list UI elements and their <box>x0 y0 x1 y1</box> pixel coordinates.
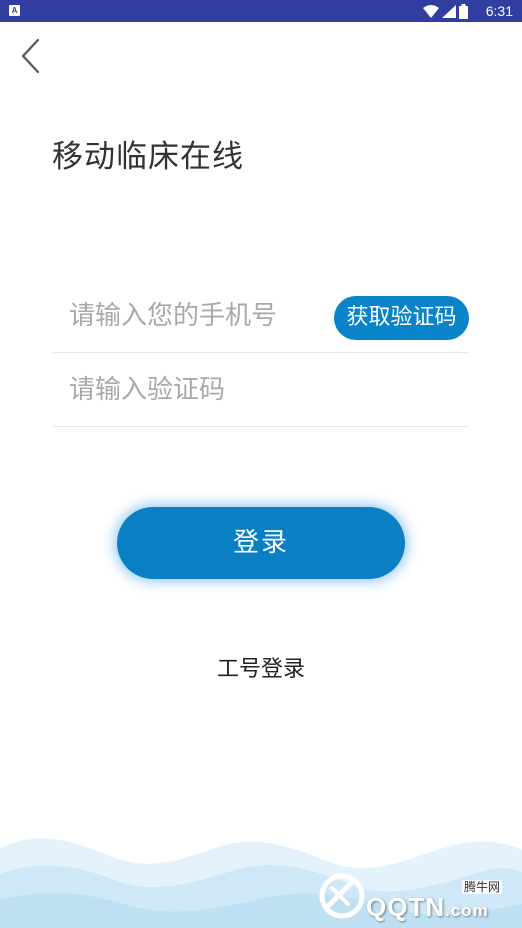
wifi-icon <box>423 4 439 18</box>
watermark-brand: QQTN.com <box>366 892 489 926</box>
page-title: 移动临床在线 <box>52 139 244 175</box>
status-time: 6:31 <box>485 3 513 19</box>
chevron-left-icon <box>21 38 40 74</box>
code-row <box>53 354 469 427</box>
staff-id-login-link[interactable]: 工号登录 <box>0 652 522 688</box>
watermark-brand-name: QQTN <box>366 892 446 922</box>
battery-icon <box>459 3 468 19</box>
verification-code-input[interactable] <box>53 354 469 426</box>
watermark-cn-label: 腾牛网 <box>462 880 503 894</box>
status-icons <box>420 3 468 19</box>
login-button[interactable]: 登录 <box>117 507 405 579</box>
back-button[interactable] <box>12 36 52 76</box>
app-notification-icon: A <box>9 5 20 16</box>
status-bar: A 6:31 <box>0 0 522 22</box>
phone-row: 获取验证码 <box>53 280 469 353</box>
get-code-button[interactable]: 获取验证码 <box>334 296 469 340</box>
signal-icon <box>442 4 456 18</box>
phone-input[interactable] <box>53 280 323 352</box>
watermark-tld: .com <box>445 901 489 920</box>
